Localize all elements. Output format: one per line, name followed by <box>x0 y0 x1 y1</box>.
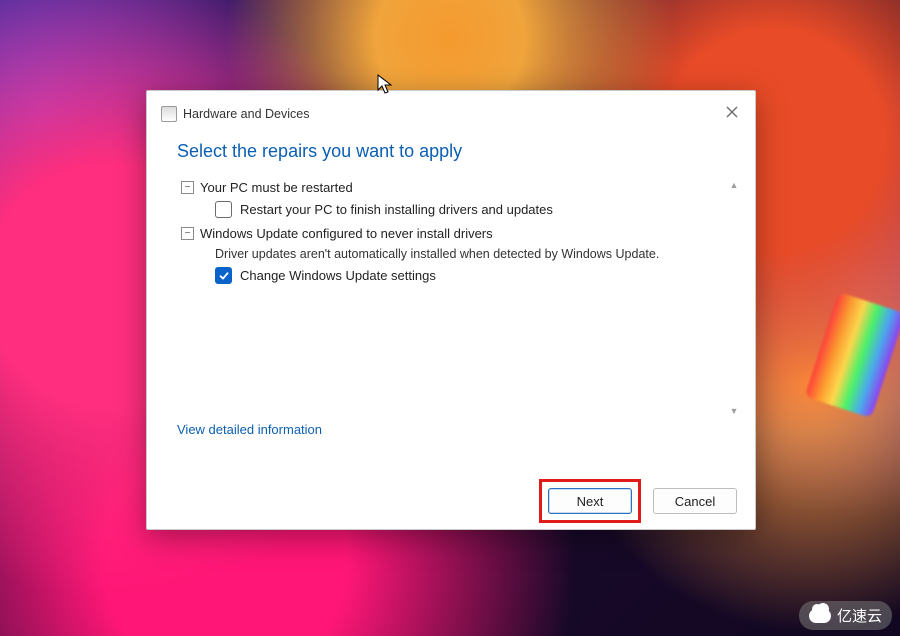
repair-group: − Windows Update configured to never ins… <box>181 226 715 284</box>
troubleshooter-dialog: Hardware and Devices Select the repairs … <box>146 90 756 530</box>
checkbox-unchecked-icon <box>215 201 232 218</box>
view-detailed-link[interactable]: View detailed information <box>177 422 322 437</box>
watermark-text: 亿速云 <box>837 605 882 626</box>
repair-option[interactable]: Change Windows Update settings <box>215 267 715 284</box>
cloud-icon <box>809 609 831 623</box>
dialog-footer: Next Cancel <box>147 473 755 529</box>
scroll-down-icon: ▼ <box>730 406 739 416</box>
repair-group: − Your PC must be restarted Restart your… <box>181 180 715 218</box>
dialog-heading: Select the repairs you want to apply <box>177 141 725 162</box>
checkbox-checked-icon <box>215 267 232 284</box>
scroll-up-icon: ▲ <box>730 180 739 190</box>
repair-group-description: Driver updates aren't automatically inst… <box>215 247 715 261</box>
titlebar: Hardware and Devices <box>147 91 755 137</box>
watermark: 亿速云 <box>799 601 892 630</box>
repair-option-label: Change Windows Update settings <box>240 268 436 283</box>
collapse-icon: − <box>181 227 194 240</box>
close-button[interactable] <box>719 101 745 127</box>
annotation-highlight: Next <box>539 479 641 523</box>
window-icon <box>161 106 177 122</box>
scrollbar[interactable]: ▲ ▼ <box>729 180 739 416</box>
repair-group-title: Your PC must be restarted <box>200 180 353 195</box>
repair-option[interactable]: Restart your PC to finish installing dri… <box>215 201 715 218</box>
repairs-list: − Your PC must be restarted Restart your… <box>177 180 739 416</box>
close-icon <box>726 106 738 122</box>
window-title: Hardware and Devices <box>183 107 309 121</box>
next-button[interactable]: Next <box>548 488 632 514</box>
cancel-button[interactable]: Cancel <box>653 488 737 514</box>
dialog-body: Select the repairs you want to apply − Y… <box>147 137 755 473</box>
repair-option-label: Restart your PC to finish installing dri… <box>240 202 553 217</box>
repair-group-header[interactable]: − Windows Update configured to never ins… <box>181 226 715 241</box>
collapse-icon: − <box>181 181 194 194</box>
repair-group-title: Windows Update configured to never insta… <box>200 226 493 241</box>
repair-group-header[interactable]: − Your PC must be restarted <box>181 180 715 195</box>
